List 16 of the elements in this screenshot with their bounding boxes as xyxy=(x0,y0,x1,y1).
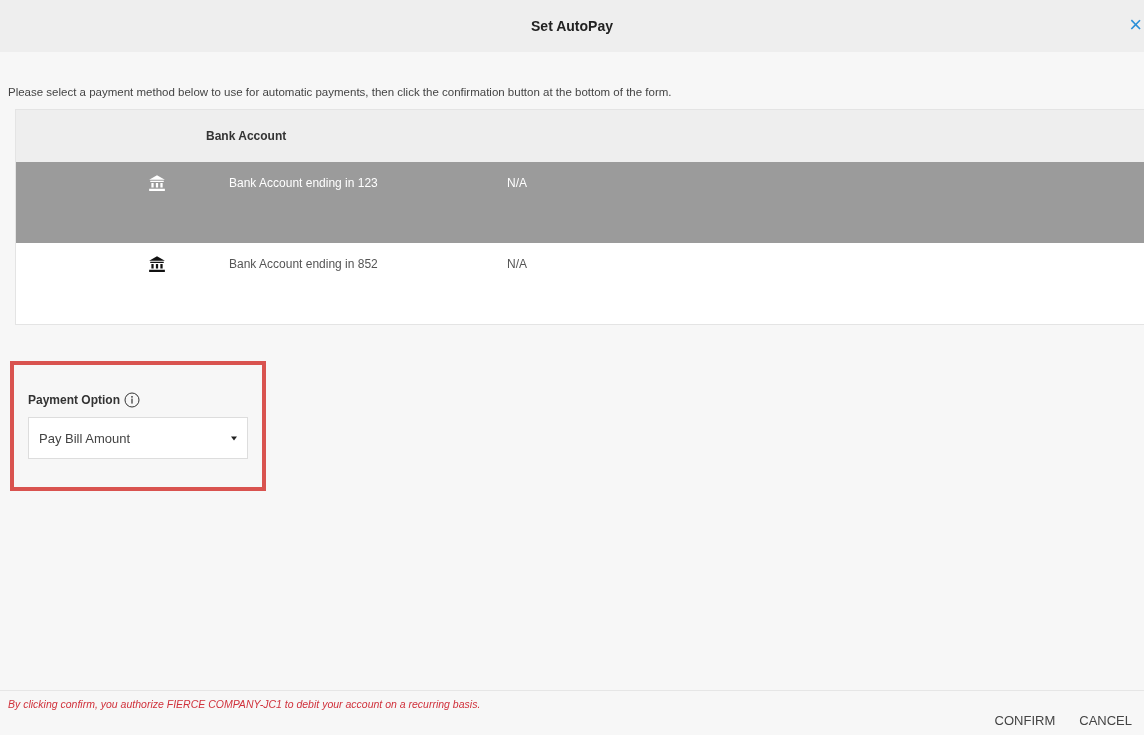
payment-option-dropdown[interactable]: Pay Bill Amount xyxy=(28,417,248,460)
caret-icon xyxy=(231,435,237,441)
dialog-title: Set AutoPay xyxy=(531,16,613,36)
info-icon[interactable] xyxy=(124,392,140,409)
cancel-button[interactable]: CANCEL xyxy=(1075,711,1136,731)
disclaimer-text: By clicking confirm, you authorize FIERCE COMPANY-JC1 to debit your account on a recurring basis. xyxy=(8,697,481,712)
field-label: Payment Option xyxy=(28,392,120,410)
account-name: Bank Account ending in 852 xyxy=(229,256,379,274)
instructions-text: Please select a payment method below to use for automatic payments, then click the confirmation button at the bottom of the form. xyxy=(8,85,673,100)
column-header: Bank Account xyxy=(206,128,287,146)
bank-icon xyxy=(148,255,166,274)
account-value: N/A xyxy=(507,175,527,193)
account-name: Bank Account ending in 123 xyxy=(229,175,379,193)
account-value: N/A xyxy=(507,256,527,274)
bank-icon xyxy=(148,174,166,193)
confirm-button[interactable]: CONFIRM xyxy=(990,711,1060,731)
